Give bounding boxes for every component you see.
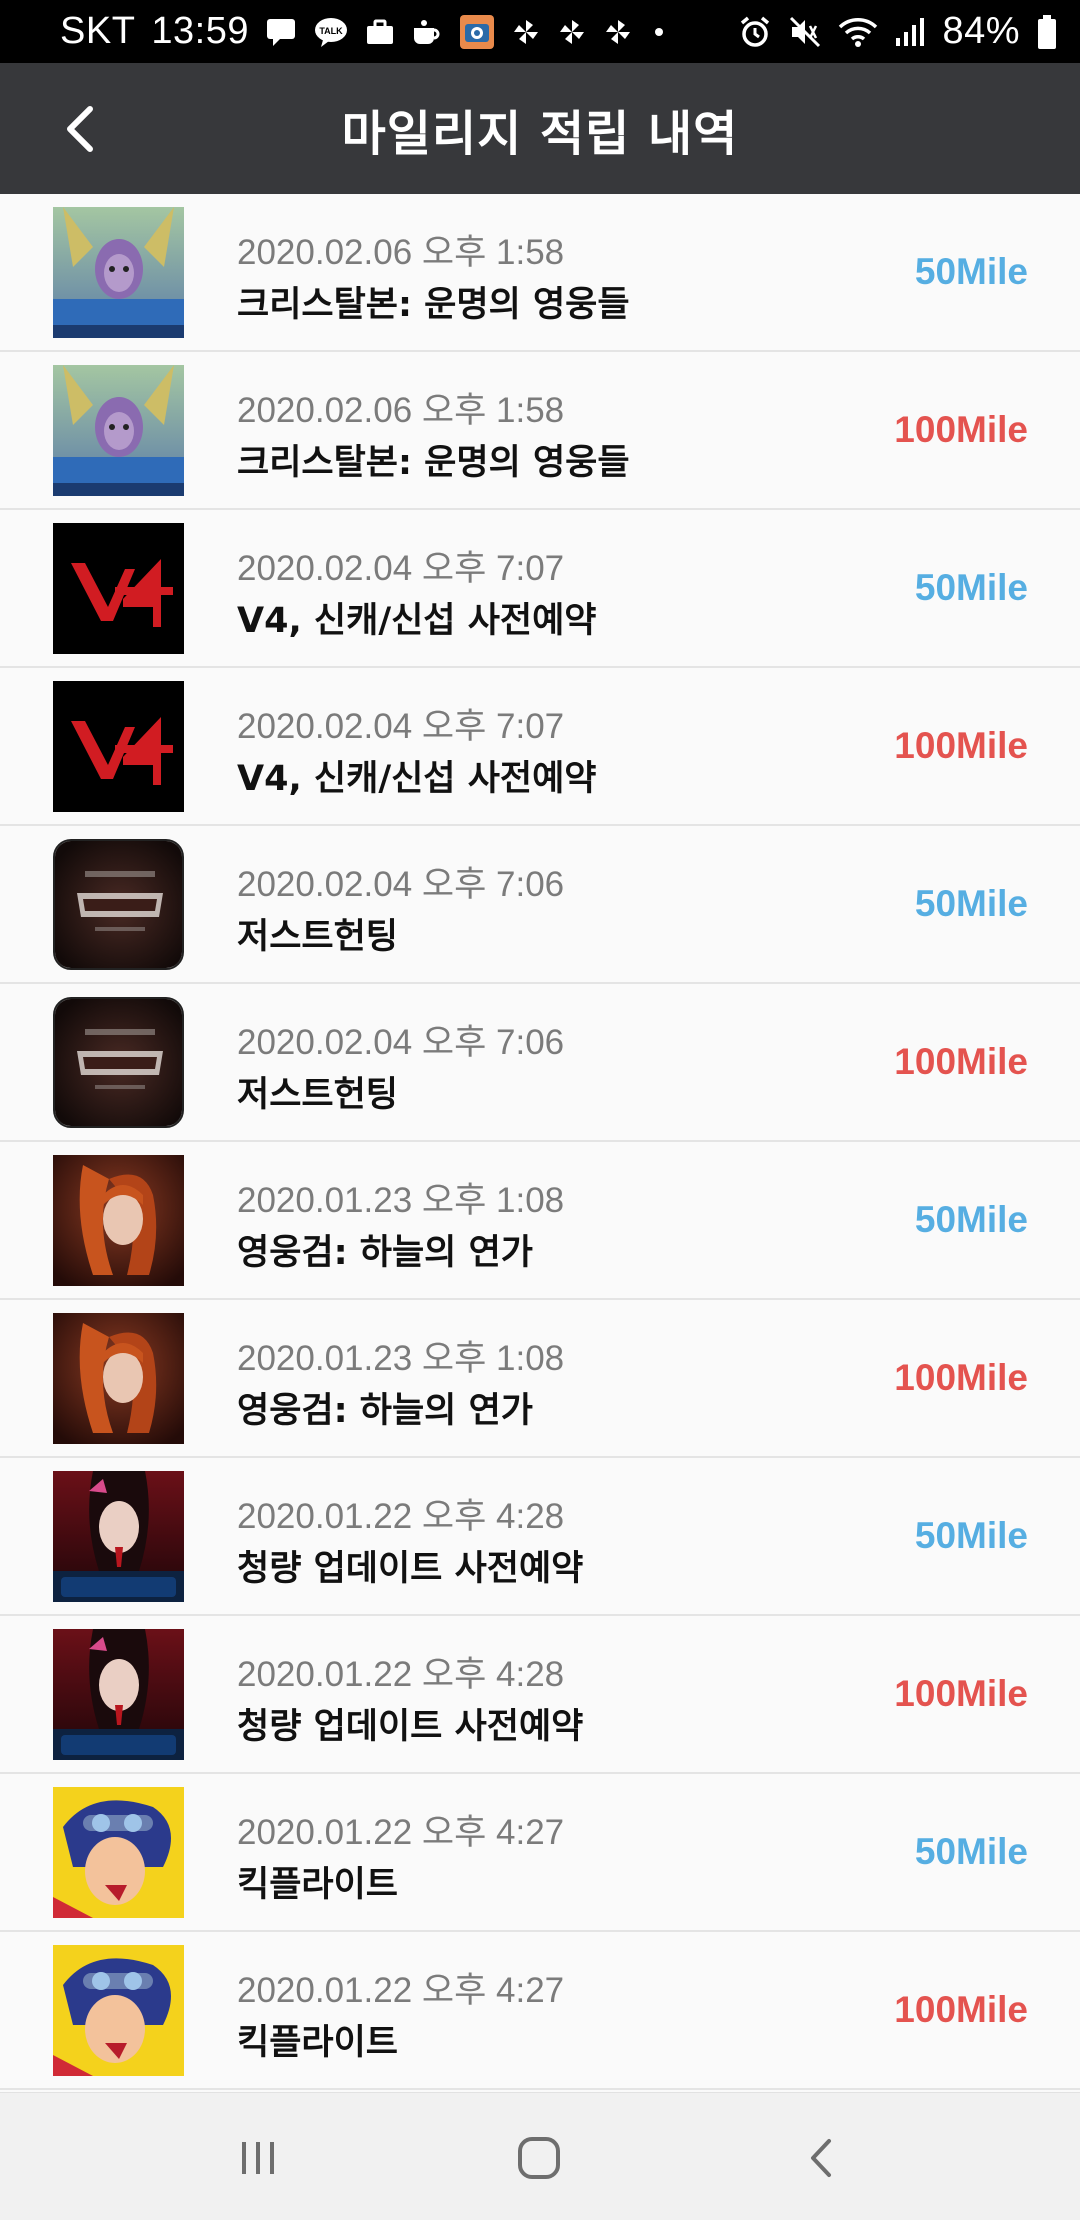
recents-button[interactable] bbox=[218, 2123, 298, 2193]
pinwheel-icon bbox=[603, 17, 633, 47]
mileage-amount: 100Mile bbox=[894, 1357, 1028, 1398]
pinwheel-icon bbox=[557, 17, 587, 47]
clock: 13:59 bbox=[151, 10, 249, 52]
item-name: 크리스탈본: 운명의 영웅들 bbox=[237, 443, 630, 483]
item-date: 2020.02.04 오후 7:06 bbox=[237, 1023, 565, 1062]
mileage-amount: 50Mile bbox=[914, 1831, 1028, 1872]
mileage-amount: 50Mile bbox=[914, 883, 1028, 924]
signal-icon bbox=[894, 16, 926, 48]
crystalborne-icon bbox=[53, 207, 184, 338]
mileage-amount: 50Mile bbox=[914, 567, 1028, 608]
list-item[interactable]: 2020.02.06 오후 1:58 크리스탈본: 운명의 영웅들 100Mil… bbox=[0, 352, 1080, 510]
kakaotalk-icon: TALK bbox=[313, 16, 349, 48]
item-date: 2020.01.22 오후 4:27 bbox=[237, 1971, 565, 2010]
list-item[interactable]: 2020.02.04 오후 7:07 V4, 신캐/신섭 사전예약 100Mil… bbox=[0, 668, 1080, 826]
system-back-button[interactable] bbox=[780, 2123, 860, 2193]
briefcase-icon bbox=[365, 18, 395, 46]
item-date: 2020.01.22 오후 4:28 bbox=[237, 1655, 565, 1694]
item-date: 2020.02.04 오후 7:06 bbox=[237, 865, 565, 904]
carrier-label: SKT bbox=[60, 10, 136, 52]
hero-sword-icon bbox=[53, 1155, 184, 1286]
mileage-amount: 100Mile bbox=[894, 1041, 1028, 1082]
recents-icon bbox=[242, 2142, 274, 2174]
item-name: 킥플라이트 bbox=[237, 1865, 399, 1905]
page-title: 마일리지 적립 내역 bbox=[341, 105, 739, 162]
netblue-icon bbox=[53, 1629, 184, 1760]
mileage-amount: 50Mile bbox=[914, 251, 1028, 292]
system-nav-bar bbox=[0, 2092, 1080, 2220]
camera-app-icon bbox=[459, 14, 495, 50]
list-item[interactable]: 2020.01.22 오후 4:27 킥플라이트 100Mile bbox=[0, 1932, 1080, 2090]
back-icon bbox=[811, 2139, 831, 2177]
item-date: 2020.01.23 오후 1:08 bbox=[237, 1339, 565, 1378]
kickflight-icon bbox=[53, 1945, 184, 2076]
home-icon bbox=[518, 2137, 560, 2179]
notification-dot-icon bbox=[649, 22, 669, 42]
list-item[interactable]: 2020.01.22 오후 4:27 킥플라이트 50Mile bbox=[0, 1774, 1080, 1932]
vibrate-mute-icon bbox=[788, 15, 822, 49]
item-date: 2020.01.22 오후 4:28 bbox=[237, 1497, 565, 1536]
mileage-history-list[interactable]: 2020.02.06 오후 1:58 크리스탈본: 운명의 영웅들 50Mile… bbox=[0, 194, 1080, 2092]
status-right: 84% bbox=[738, 10, 1058, 53]
mileage-amount: 50Mile bbox=[914, 1515, 1028, 1556]
item-date: 2020.02.04 오후 7:07 bbox=[237, 549, 565, 588]
item-name: V4, 신캐/신섭 사전예약 bbox=[237, 601, 597, 641]
status-left: SKT 13:59 TALK bbox=[60, 10, 669, 53]
kickflight-icon bbox=[53, 1787, 184, 1918]
hero-sword-icon bbox=[53, 1313, 184, 1444]
wifi-icon bbox=[838, 15, 878, 49]
item-name: 청량 업데이트 사전예약 bbox=[237, 1707, 584, 1747]
item-name: 영웅검: 하늘의 연가 bbox=[237, 1391, 533, 1431]
list-item[interactable]: 2020.01.22 오후 4:28 청량 업데이트 사전예약 100Mile bbox=[0, 1616, 1080, 1774]
app-header: 마일리지 적립 내역 bbox=[0, 63, 1080, 194]
item-date: 2020.01.23 오후 1:08 bbox=[237, 1181, 565, 1220]
just-hunting-icon bbox=[53, 839, 184, 970]
item-name: 저스트헌팅 bbox=[237, 1075, 399, 1115]
item-date: 2020.01.22 오후 4:27 bbox=[237, 1813, 565, 1852]
message-icon bbox=[265, 17, 297, 47]
list-item[interactable]: 2020.02.04 오후 7:07 V4, 신캐/신섭 사전예약 50Mile bbox=[0, 510, 1080, 668]
list-item[interactable]: 2020.02.04 오후 7:06 저스트헌팅 50Mile bbox=[0, 826, 1080, 984]
item-name: 영웅검: 하늘의 연가 bbox=[237, 1233, 533, 1273]
v4-icon bbox=[53, 523, 184, 654]
crystalborne-icon bbox=[53, 365, 184, 496]
mileage-amount: 100Mile bbox=[894, 725, 1028, 766]
mileage-amount: 100Mile bbox=[894, 409, 1028, 450]
item-date: 2020.02.04 오후 7:07 bbox=[237, 707, 565, 746]
netblue-icon bbox=[53, 1471, 184, 1602]
cup-icon bbox=[411, 18, 443, 46]
just-hunting-icon bbox=[53, 997, 184, 1128]
item-name: 크리스탈본: 운명의 영웅들 bbox=[237, 285, 630, 325]
battery-icon bbox=[1036, 14, 1058, 50]
item-name: V4, 신캐/신섭 사전예약 bbox=[237, 759, 597, 799]
v4-icon bbox=[53, 681, 184, 812]
battery-percent: 84% bbox=[942, 10, 1020, 52]
status-bar: SKT 13:59 TALK 84% bbox=[0, 0, 1080, 63]
item-name: 저스트헌팅 bbox=[237, 917, 399, 957]
mileage-amount: 100Mile bbox=[894, 1673, 1028, 1714]
item-date: 2020.02.06 오후 1:58 bbox=[237, 391, 565, 430]
home-button[interactable] bbox=[499, 2123, 579, 2193]
list-item[interactable]: 2020.01.23 오후 1:08 영웅검: 하늘의 연가 100Mile bbox=[0, 1300, 1080, 1458]
item-name: 청량 업데이트 사전예약 bbox=[237, 1549, 584, 1589]
mileage-amount: 100Mile bbox=[894, 1989, 1028, 2030]
mileage-amount: 50Mile bbox=[914, 1199, 1028, 1240]
list-item[interactable]: 2020.01.22 오후 4:28 청량 업데이트 사전예약 50Mile bbox=[0, 1458, 1080, 1616]
list-item[interactable]: 2020.01.23 오후 1:08 영웅검: 하늘의 연가 50Mile bbox=[0, 1142, 1080, 1300]
list-item[interactable]: 2020.02.04 오후 7:06 저스트헌팅 100Mile bbox=[0, 984, 1080, 1142]
item-name: 킥플라이트 bbox=[237, 2023, 399, 2063]
alarm-icon bbox=[738, 15, 772, 49]
svg-text:TALK: TALK bbox=[319, 26, 343, 36]
item-date: 2020.02.06 오후 1:58 bbox=[237, 233, 565, 272]
pinwheel-icon bbox=[511, 17, 541, 47]
list-item[interactable]: 2020.02.06 오후 1:58 크리스탈본: 운명의 영웅들 50Mile bbox=[0, 194, 1080, 352]
